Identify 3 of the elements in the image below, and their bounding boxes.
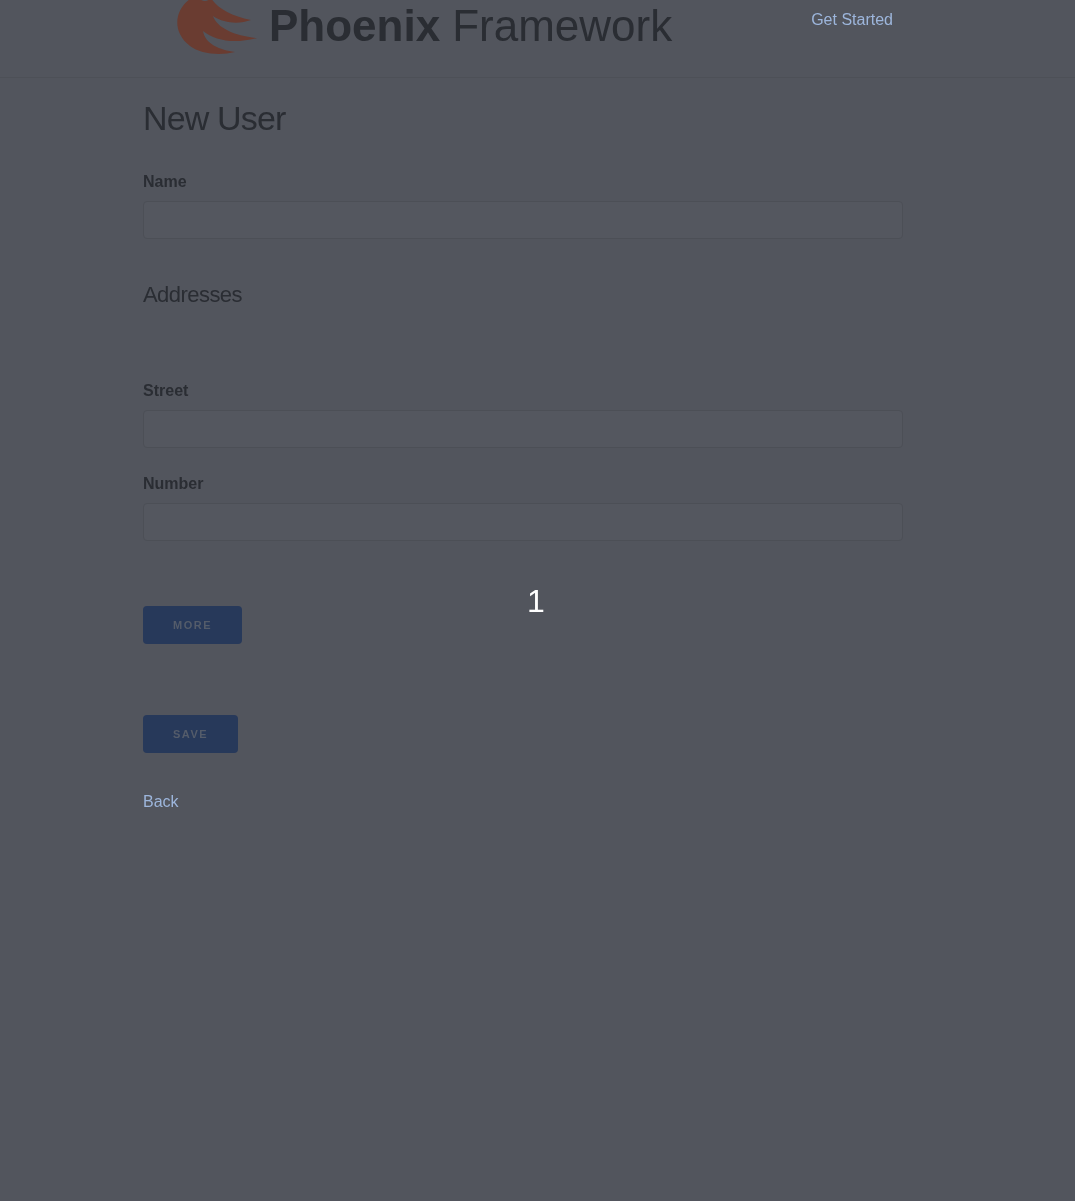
back-link[interactable]: Back — [143, 790, 179, 814]
get-started-link[interactable]: Get Started — [811, 8, 893, 32]
overlay-counter: 1 — [527, 583, 545, 619]
